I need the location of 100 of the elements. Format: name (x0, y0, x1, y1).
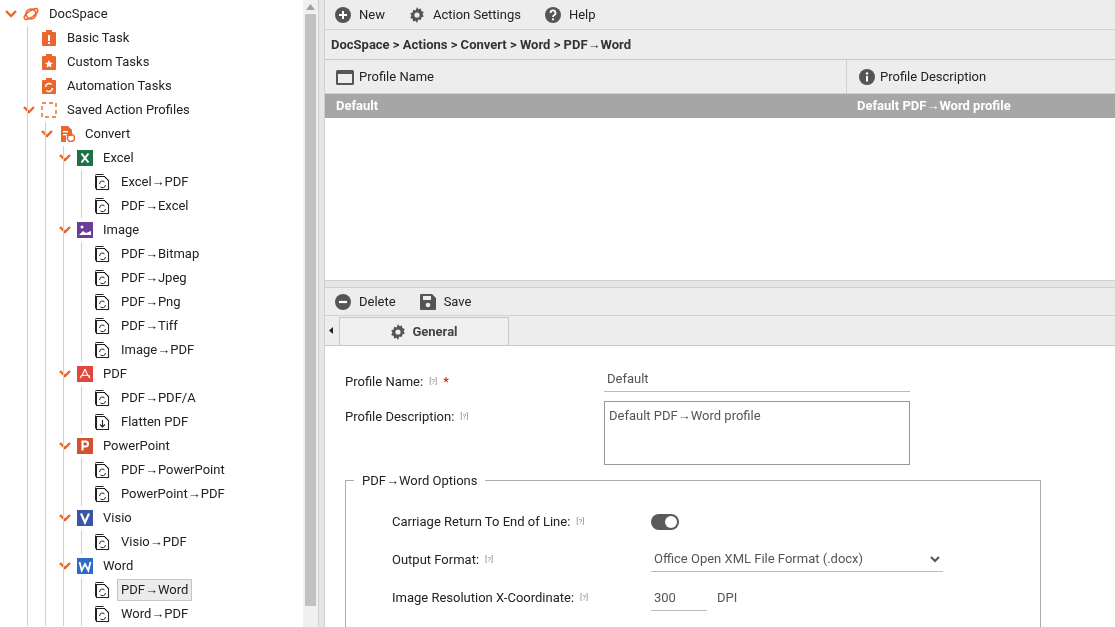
document-cycle-icon (95, 270, 111, 286)
chevron-down-icon[interactable] (59, 370, 71, 378)
toolbar-button[interactable]: New (335, 4, 385, 25)
chevron-down-icon[interactable] (59, 442, 71, 450)
tree-item[interactable]: PowerPoint→PDF (117, 483, 229, 505)
v-letter-icon (77, 510, 93, 526)
help-link[interactable]: [?] (580, 591, 589, 604)
clipboard-cycle-icon (41, 78, 57, 94)
tree-item[interactable]: Image (99, 219, 144, 241)
chevron-down-icon[interactable] (23, 106, 35, 114)
table-cell-text: Default PDF→Word profile (856, 97, 1012, 116)
document-cycle-icon (95, 582, 111, 598)
document-cycle-icon (95, 534, 111, 550)
field-label: Image Resolution X-Coordinate: (392, 588, 575, 607)
text-field[interactable]: Default (604, 366, 910, 392)
p-letter-icon (77, 438, 93, 454)
w-letter-icon (77, 558, 93, 574)
required-marker: * (443, 373, 449, 391)
tree-item[interactable]: PDF→Excel (117, 195, 193, 217)
planet-icon (23, 6, 39, 22)
field-label: Output Format: (392, 550, 480, 569)
tree-item[interactable]: PDF→Png (117, 291, 185, 313)
toolbar-button[interactable]: Action Settings (408, 4, 521, 25)
document-cycle-icon (95, 606, 111, 622)
tree-item[interactable]: PDF→Word (117, 579, 193, 601)
document-cycle-icon (95, 246, 111, 262)
document-arrow-icon (95, 414, 111, 430)
tree-item[interactable]: PDF→Jpeg (117, 267, 191, 289)
column-header[interactable]: Profile Name (325, 60, 847, 93)
add-icon (335, 6, 351, 23)
tree-item[interactable]: PDF→PDF/A (117, 387, 200, 409)
tree-item[interactable]: Custom Tasks (63, 51, 154, 73)
tree-item[interactable]: Basic Task (63, 27, 134, 49)
number-field[interactable]: 300 (651, 584, 707, 611)
tree-item[interactable]: Flatten PDF (117, 411, 193, 433)
chevron-down-icon[interactable] (5, 10, 17, 18)
pdf-symbol-icon (77, 366, 93, 382)
settings-icon (390, 323, 407, 340)
text-area[interactable]: Default PDF→Word profile (604, 401, 910, 465)
x-letter-icon (77, 150, 93, 166)
chevron-down-icon (930, 555, 940, 563)
document-cycle-icon (95, 390, 111, 406)
tree-item[interactable]: PDF→Bitmap (117, 243, 204, 265)
tree-item[interactable]: PDF→Tiff (117, 315, 182, 337)
document-cycle-icon (95, 174, 111, 190)
scroll-up-icon[interactable] (306, 4, 315, 10)
tree-item[interactable]: Excel→PDF (117, 171, 193, 193)
image-icon (77, 222, 93, 238)
panel-title: PDF→Word Options (361, 472, 479, 490)
help-link[interactable]: [?] (485, 553, 494, 566)
tree-item[interactable]: Automation Tasks (63, 75, 176, 97)
document-cycle-icon (95, 342, 111, 358)
tree-item[interactable]: PDF (99, 363, 131, 385)
chevron-down-icon[interactable] (59, 514, 71, 522)
tree-item[interactable]: Word (99, 555, 138, 577)
document-cycle-icon (95, 462, 111, 478)
scrollbar-thumb[interactable] (305, 14, 316, 606)
tree-item[interactable]: Saved Action Profiles (63, 99, 194, 121)
document-cycle-icon (95, 318, 111, 334)
dashed-square-icon (41, 102, 57, 118)
tab[interactable]: General (339, 317, 509, 345)
tree-item[interactable]: DocSpace (45, 3, 112, 25)
tree-item[interactable]: Excel (99, 147, 138, 169)
chevron-down-icon[interactable] (41, 130, 53, 138)
unit-label: DPI (717, 588, 738, 607)
chevron-down-icon[interactable] (59, 154, 71, 162)
help-link[interactable]: [?] (429, 375, 438, 388)
tree-item[interactable]: PowerPoint (99, 435, 174, 457)
clipboard-alert-icon (41, 30, 57, 46)
document-cycle-icon (95, 198, 111, 214)
document-cycle-icon (59, 126, 75, 142)
settings-icon (408, 6, 425, 23)
info-icon (859, 68, 875, 85)
toolbar-button[interactable]: Help (544, 4, 596, 25)
tree-item[interactable]: Word→PDF (117, 603, 193, 625)
tree-item[interactable]: Image→PDF (117, 339, 199, 361)
field-label: Profile Name: (345, 373, 424, 391)
help-icon (544, 6, 561, 23)
breadcrumb: DocSpace > Actions > Convert > Word > PDF→Word (325, 30, 1115, 60)
toolbar-button[interactable]: Save (419, 291, 472, 312)
tree-item[interactable]: Visio (99, 507, 136, 529)
document-cycle-icon (95, 486, 111, 502)
dropdown[interactable]: Office Open XML File Format (.docx) (651, 547, 943, 572)
help-link[interactable]: [?] (460, 410, 469, 423)
field-label: Profile Description: (345, 408, 455, 426)
chevron-down-icon[interactable] (59, 562, 71, 570)
toolbar-button[interactable]: Delete (335, 291, 396, 312)
scroll-left-icon[interactable] (329, 327, 333, 334)
help-link[interactable]: [?] (576, 515, 585, 528)
document-cycle-icon (95, 294, 111, 310)
remove-icon (335, 293, 351, 310)
field-label: Carriage Return To End of Line: (392, 512, 571, 531)
save-icon (419, 293, 436, 310)
column-header[interactable]: Profile Description (847, 60, 1115, 93)
toggle-switch[interactable] (651, 513, 679, 530)
tree-item[interactable]: PDF→PowerPoint (117, 459, 229, 481)
tree-item[interactable]: Convert (81, 123, 135, 145)
tree-item[interactable]: Visio→PDF (117, 531, 191, 553)
chevron-down-icon[interactable] (59, 226, 71, 234)
scrollbar[interactable] (303, 0, 318, 627)
